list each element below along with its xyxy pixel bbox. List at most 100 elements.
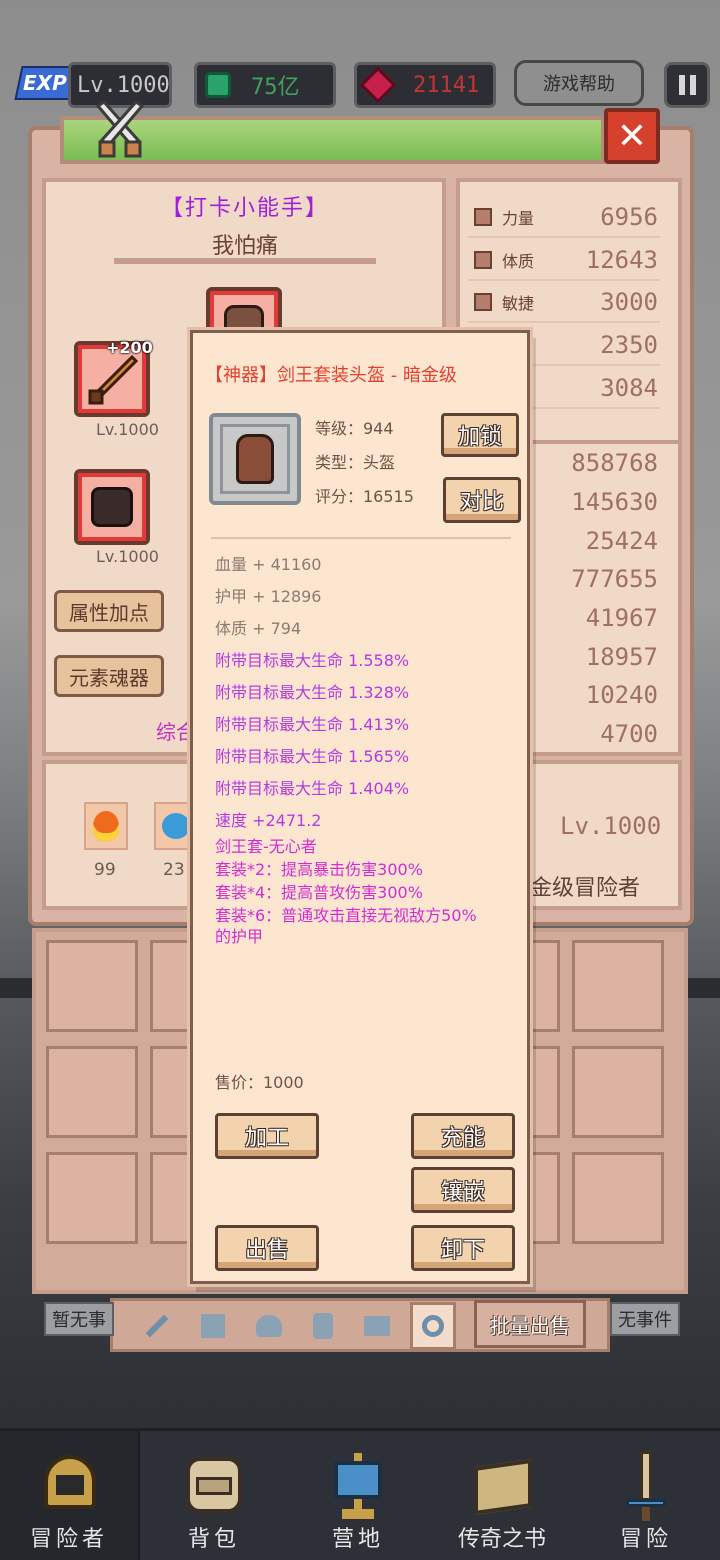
player-level: Lv.1000 xyxy=(77,72,170,98)
item-title: 【神器】剑王套装头盔 - 暗金级 xyxy=(205,365,457,386)
green-currency-chip: 75亿 xyxy=(194,62,336,108)
ring-tab-icon xyxy=(422,1315,444,1337)
red-currency-chip: 21141 xyxy=(354,62,496,108)
affix-line: 附带目标最大生命 1.404% xyxy=(215,779,410,798)
inventory-cell[interactable] xyxy=(46,1152,138,1244)
tab-armor[interactable] xyxy=(190,1302,236,1350)
fire-item-count: 99 xyxy=(94,860,116,880)
shield-tab-icon xyxy=(201,1314,225,1338)
tab-belt[interactable] xyxy=(354,1302,400,1350)
event-tag-left: 暂无事 xyxy=(44,1302,114,1336)
item-detail-popup: 【神器】剑王套装头盔 - 暗金级 等级：944 类型：头盔 评分：16515 加… xyxy=(190,330,530,1284)
item-type: 类型：头盔 xyxy=(315,453,396,472)
lock-button[interactable]: 加锁 xyxy=(441,413,519,457)
nav-legend-book[interactable]: 传奇之书 xyxy=(432,1431,572,1560)
stat-value: 18957 xyxy=(585,643,658,671)
close-button[interactable]: ✕ xyxy=(604,108,660,164)
weapon-bonus: +200 xyxy=(106,338,153,357)
red-currency-value: 21141 xyxy=(413,72,480,98)
inventory-cell[interactable] xyxy=(572,1152,664,1244)
belt-tab-icon xyxy=(364,1316,390,1336)
tab-weapon[interactable] xyxy=(134,1302,180,1350)
helmet-nav-icon xyxy=(38,1447,102,1523)
game-help-button[interactable]: 游戏帮助 xyxy=(514,60,644,106)
pause-icon xyxy=(678,75,685,95)
helmet-icon xyxy=(236,434,274,484)
backpack-nav-icon xyxy=(182,1447,246,1523)
sword-icon xyxy=(88,354,139,405)
stat-value: 41967 xyxy=(585,604,658,632)
inventory-cell[interactable] xyxy=(46,1046,138,1138)
stat-value: 25424 xyxy=(585,527,658,555)
red-gem-icon xyxy=(359,66,397,104)
rank-level: Lv.1000 xyxy=(560,812,662,840)
inventory-cell[interactable] xyxy=(46,940,138,1032)
stat-value: 777655 xyxy=(571,565,658,593)
weapon-level: Lv.1000 xyxy=(96,420,159,439)
stat-row-constitution: 体质 12643 xyxy=(468,241,660,281)
attribute-points-button[interactable]: 属性加点 xyxy=(54,590,164,632)
inventory-cell[interactable] xyxy=(572,940,664,1032)
close-icon: ✕ xyxy=(616,115,648,157)
sell-price: 售价：1000 xyxy=(215,1073,304,1092)
affix-line: 附带目标最大生命 1.328% xyxy=(215,683,410,702)
boots-tab-icon xyxy=(313,1313,333,1339)
stat-row-agility: 敏捷 3000 xyxy=(468,283,660,323)
set-bonus: 的护甲 xyxy=(215,927,264,946)
item-level: 等级：944 xyxy=(315,419,394,438)
bottom-nav: 冒险者 背包 营地 传奇之书 冒险 xyxy=(0,1428,720,1560)
set-bonus: 套装*4：提高普攻伤害300% xyxy=(215,883,423,902)
affix-line: 附带目标最大生命 1.413% xyxy=(215,715,410,734)
nav-adventure[interactable]: 冒险 xyxy=(576,1431,716,1560)
stat-value: 145630 xyxy=(571,488,658,516)
nav-backpack[interactable]: 背包 xyxy=(144,1431,284,1560)
green-currency-value: 75亿 xyxy=(251,75,300,100)
helmet-tab-icon xyxy=(256,1315,282,1337)
element-soul-button[interactable]: 元素魂器 xyxy=(54,655,164,697)
item-icon-frame xyxy=(209,413,301,505)
compare-button[interactable]: 对比 xyxy=(443,477,521,523)
strength-icon xyxy=(474,208,492,226)
tab-ring[interactable] xyxy=(410,1302,456,1350)
name-divider xyxy=(114,258,376,264)
pause-button[interactable] xyxy=(664,62,710,108)
heart-icon xyxy=(474,251,492,269)
banner-nav-icon xyxy=(326,1447,390,1523)
nav-camp[interactable]: 营地 xyxy=(288,1431,428,1560)
exp-badge: EXP xyxy=(14,66,78,102)
batch-sell-button[interactable]: 批量出售 xyxy=(474,1300,586,1348)
stat-value: 10240 xyxy=(585,681,658,709)
sword-tab-icon xyxy=(145,1314,169,1338)
stat-value: 858768 xyxy=(571,449,658,477)
base-stat-constitution: 体质 + 794 xyxy=(215,619,302,638)
process-button[interactable]: 加工 xyxy=(215,1113,319,1159)
base-stat-hp: 血量 + 41160 xyxy=(215,555,322,574)
hero-name: 我怕痛 xyxy=(211,234,278,259)
crossed-swords-icon xyxy=(92,100,148,160)
sell-button[interactable]: 出售 xyxy=(215,1225,319,1271)
tab-boots[interactable] xyxy=(300,1302,346,1350)
base-stat-armor: 护甲 + 12896 xyxy=(215,587,322,606)
gloves-icon xyxy=(91,487,133,527)
nav-adventurer[interactable]: 冒险者 xyxy=(0,1431,140,1560)
rank-title: 金级冒险者 xyxy=(530,876,641,901)
blue-item-count: 23 xyxy=(163,860,185,880)
fire-item-icon[interactable] xyxy=(84,802,128,850)
sword-nav-icon xyxy=(614,1447,678,1523)
popup-divider xyxy=(211,537,511,539)
inventory-cell[interactable] xyxy=(572,1046,664,1138)
gloves-slot[interactable] xyxy=(74,469,150,545)
inlay-button[interactable]: 镶嵌 xyxy=(411,1167,515,1213)
charge-button[interactable]: 充能 xyxy=(411,1113,515,1159)
set-name: 剑王套-无心者 xyxy=(215,837,317,856)
unequip-button[interactable]: 卸下 xyxy=(411,1225,515,1271)
item-score: 评分：16515 xyxy=(315,487,414,506)
stat-value: 4700 xyxy=(600,720,658,748)
event-tag-right: 无事件 xyxy=(610,1302,680,1336)
hero-title: 【打卡小能手】 xyxy=(160,196,329,221)
tab-helmet[interactable] xyxy=(246,1302,292,1350)
affix-line: 附带目标最大生命 1.565% xyxy=(215,747,410,766)
affix-line: 附带目标最大生命 1.558% xyxy=(215,651,410,670)
stat-row-strength: 力量 6956 xyxy=(468,198,660,238)
green-gem-icon xyxy=(205,72,231,98)
